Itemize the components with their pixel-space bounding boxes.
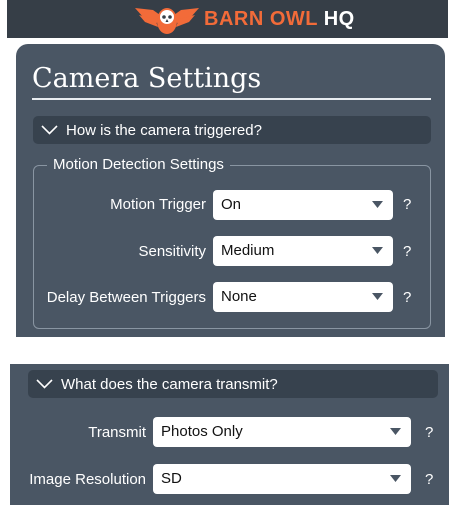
motion-detection-legend: Motion Detection Settings xyxy=(47,156,230,173)
transmit-section-title: What does the camera transmit? xyxy=(61,375,278,393)
motion-trigger-label: Motion Trigger xyxy=(110,196,206,213)
sensitivity-value: Medium xyxy=(221,242,275,259)
dropdown-caret-icon xyxy=(372,293,383,300)
image-resolution-label: Image Resolution xyxy=(29,471,146,488)
brand-name-suffix: HQ xyxy=(323,8,355,30)
delay-between-triggers-select[interactable]: None xyxy=(213,282,393,312)
dropdown-caret-icon xyxy=(372,247,383,254)
motion-trigger-value: On xyxy=(221,196,242,213)
sensitivity-select[interactable]: Medium xyxy=(213,236,393,266)
transmit-section-toggle[interactable]: What does the camera transmit? xyxy=(28,370,438,398)
title-divider xyxy=(32,98,431,100)
chevron-down-icon xyxy=(36,379,53,389)
dropdown-caret-icon xyxy=(390,475,401,482)
image-resolution-value: SD xyxy=(161,470,182,487)
trigger-section-title: How is the camera triggered? xyxy=(66,121,262,139)
dropdown-caret-icon xyxy=(390,428,401,435)
motion-trigger-help[interactable]: ? xyxy=(403,196,411,213)
motion-trigger-select[interactable]: On xyxy=(213,190,393,220)
trigger-section-toggle[interactable]: How is the camera triggered? xyxy=(33,116,431,144)
transmit-label: Transmit xyxy=(88,424,146,441)
dropdown-caret-icon xyxy=(372,201,383,208)
delay-between-triggers-help[interactable]: ? xyxy=(403,289,411,306)
brand-name-primary: BARN OWL xyxy=(204,8,318,30)
app-header: BARN OWL HQ xyxy=(7,0,448,38)
sensitivity-help[interactable]: ? xyxy=(403,243,411,260)
transmit-value: Photos Only xyxy=(161,423,243,440)
delay-between-triggers-value: None xyxy=(221,288,257,305)
image-resolution-help[interactable]: ? xyxy=(425,471,433,488)
brand-name: BARN OWL HQ xyxy=(204,8,355,31)
delay-between-triggers-label: Delay Between Triggers xyxy=(46,289,206,306)
sensitivity-label: Sensitivity xyxy=(138,243,206,260)
transmit-select[interactable]: Photos Only xyxy=(153,417,411,447)
transmit-help[interactable]: ? xyxy=(425,424,433,441)
image-resolution-select[interactable]: SD xyxy=(153,464,411,494)
chevron-down-icon xyxy=(41,125,58,135)
page-title: Camera Settings xyxy=(32,63,262,94)
owl-icon xyxy=(135,8,199,34)
